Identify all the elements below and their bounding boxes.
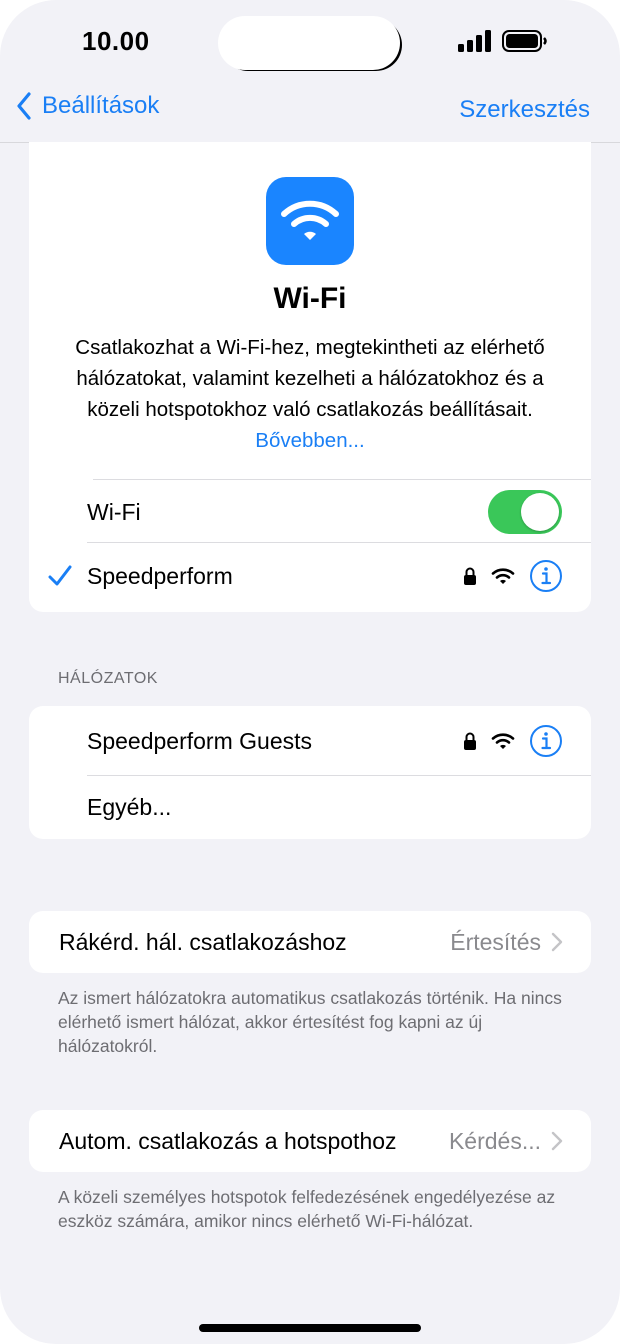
wifi-info-card: Wi-Fi Csatlakozhat a Wi-Fi-hez, megtekin…: [29, 142, 591, 612]
status-bar: 10.00: [0, 0, 620, 90]
ask-to-join-card[interactable]: Rákérd. hál. csatlakozáshoz Értesítés: [29, 911, 591, 973]
network-row[interactable]: Speedperform Guests: [29, 708, 591, 774]
networks-card: Speedperform Guests Egyéb...: [29, 706, 591, 839]
chevron-right-icon: [551, 1131, 563, 1151]
cellular-signal-icon: [458, 30, 491, 52]
wifi-toggle-switch[interactable]: [488, 490, 562, 534]
wifi-icon: [281, 200, 339, 240]
edit-button[interactable]: Szerkesztés: [459, 96, 590, 124]
network-name: Speedperform Guests: [87, 727, 313, 754]
chevron-right-icon: [551, 932, 563, 952]
lock-icon: [464, 732, 476, 750]
chevron-left-icon: [17, 92, 31, 120]
dynamic-island: [218, 16, 400, 70]
page-title: Wi-Fi: [273, 282, 347, 315]
auto-hotspot-card[interactable]: Autom. csatlakozás a hotspothoz Kérdés..…: [29, 1110, 591, 1172]
wifi-signal-icon: [491, 733, 515, 749]
lock-icon: [464, 567, 476, 585]
battery-icon: [502, 30, 547, 52]
ask-to-join-value: Értesítés: [450, 928, 541, 955]
auto-hotspot-row[interactable]: Autom. csatlakozás a hotspothoz Kérdés..…: [29, 1110, 591, 1172]
connected-network-row[interactable]: Speedperform: [29, 543, 591, 609]
ask-to-join-label: Rákérd. hál. csatlakozáshoz: [59, 928, 347, 955]
ask-to-join-row[interactable]: Rákérd. hál. csatlakozáshoz Értesítés: [29, 911, 591, 973]
ask-to-join-footnote: Az ismert hálózatokra automatikus csatla…: [58, 988, 562, 1056]
checkmark-icon: [48, 565, 72, 586]
status-time: 10.00: [82, 26, 150, 56]
connected-network-name: Speedperform: [87, 562, 233, 589]
wifi-app-icon: [266, 177, 354, 265]
other-network-row[interactable]: Egyéb...: [29, 776, 591, 839]
networks-section-header: HÁLÓZATOK: [58, 670, 158, 687]
phone-screen: 10.00 Beállítások Szerkesztés Wi-Fi Csat…: [0, 0, 620, 1344]
navigation-bar: Beállítások Szerkesztés: [0, 90, 620, 143]
info-icon[interactable]: [529, 724, 563, 758]
wifi-toggle-row: Wi-Fi: [29, 479, 591, 545]
other-network-label: Egyéb...: [87, 794, 172, 820]
auto-hotspot-label: Autom. csatlakozás a hotspothoz: [59, 1127, 397, 1154]
description: Csatlakozhat a Wi-Fi-hez, megtekintheti …: [59, 332, 561, 456]
wifi-signal-icon: [491, 568, 515, 584]
back-button[interactable]: Beállítások: [16, 92, 159, 120]
auto-hotspot-value: Kérdés...: [448, 1127, 541, 1154]
home-indicator[interactable]: [199, 1324, 421, 1332]
auto-hotspot-footnote: A közeli személyes hotspotok felfedezésé…: [58, 1187, 556, 1231]
wifi-toggle-label: Wi-Fi: [87, 498, 141, 525]
back-label: Beállítások: [42, 92, 160, 119]
description-text: Csatlakozhat a Wi-Fi-hez, megtekintheti …: [75, 336, 545, 421]
info-icon[interactable]: [529, 559, 563, 593]
learn-more-link[interactable]: Bővebben...: [255, 429, 364, 452]
